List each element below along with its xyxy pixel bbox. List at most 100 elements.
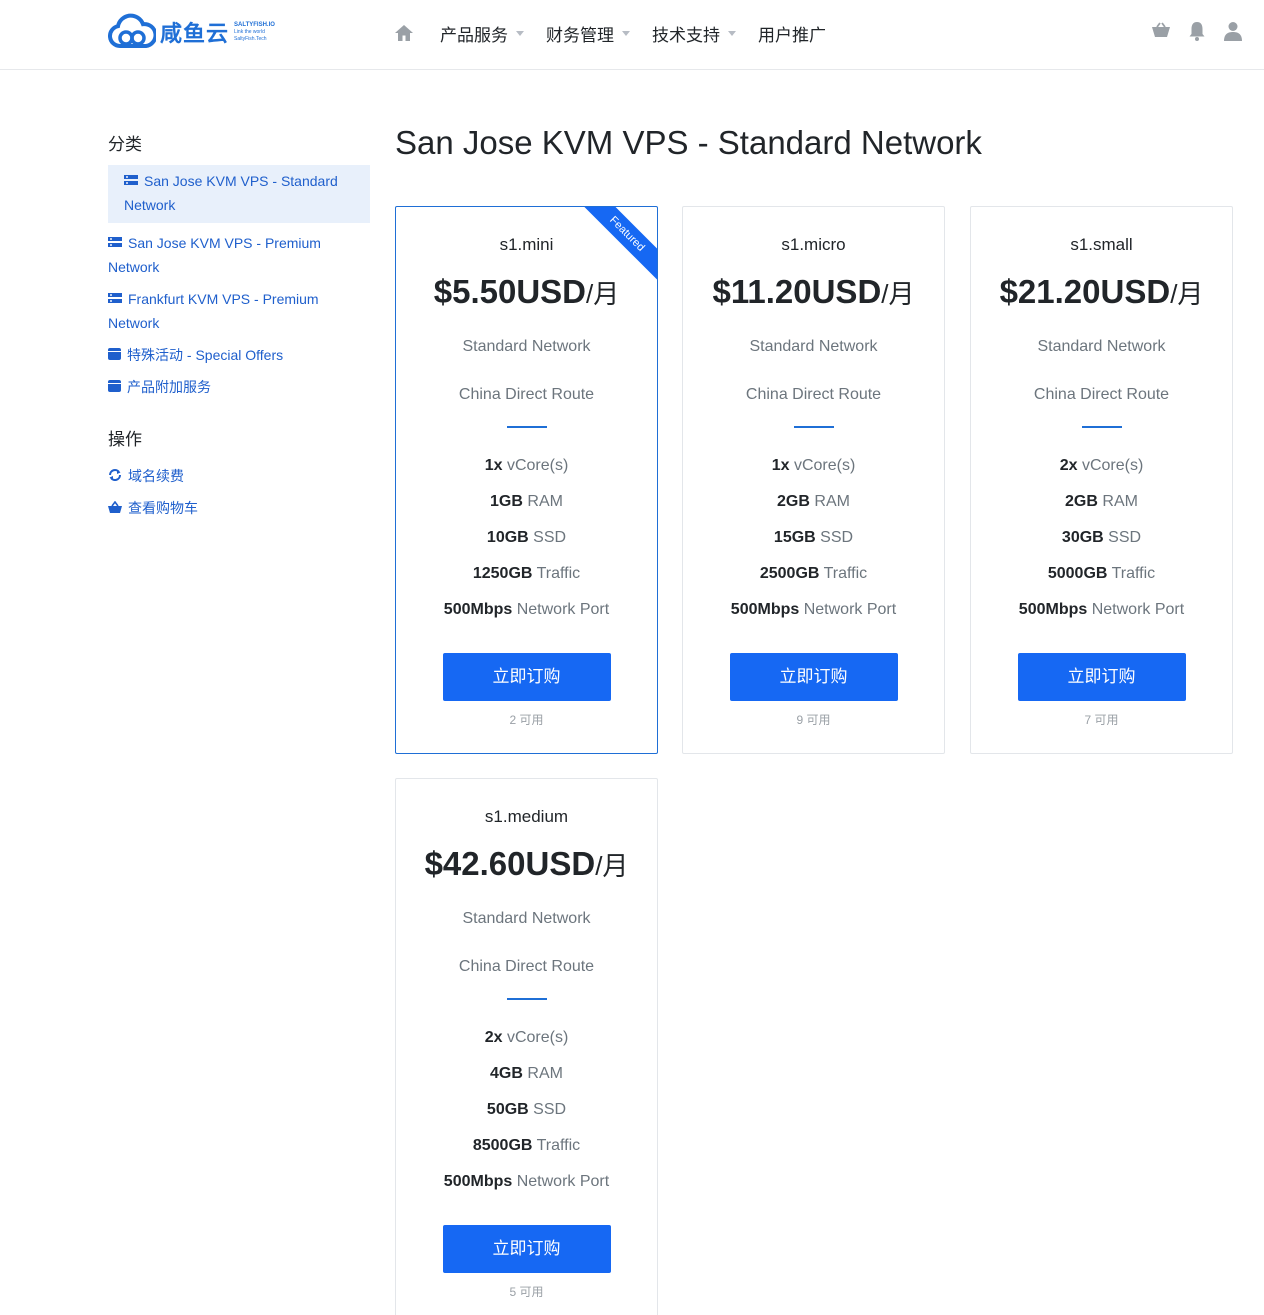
sidebar: 分类 San Jose KVM VPS - Standard Network S… [108,130,370,546]
home-icon[interactable] [394,23,414,43]
sidebar-item-label: 特殊活动 - Special Offers [127,347,284,363]
nav-affiliate[interactable]: 用户推广 [758,21,826,46]
actions-list: 域名续费 查看购物车 [108,460,370,524]
availability: 7 可用 [1084,713,1119,727]
feature-disk: 10GB SSD [486,529,567,546]
server-icon [108,292,122,303]
chevron-down-icon [516,30,524,36]
sidebar-item-label: 查看购物车 [128,500,198,516]
sidebar-item-frankfurt[interactable]: Frankfurt KVM VPS - Premium Network [108,283,370,339]
nav-support[interactable]: 技术支持 [652,21,736,46]
nav-billing[interactable]: 财务管理 [546,21,630,46]
price-period: /月 [1170,279,1204,309]
feature-port: 500Mbps Network Port [443,1173,610,1190]
availability: 5 可用 [509,1285,544,1299]
feature-traffic: 1250GB Traffic [472,565,581,582]
sidebar-item-addons[interactable]: 产品附加服务 [108,371,370,403]
product-network: Standard Network [462,910,591,927]
main-nav: 产品服务 财务管理 技术支持 用户推广 [394,20,848,46]
order-now-button[interactable]: 立即订购 [1017,653,1186,701]
sidebar-item-view-cart[interactable]: 查看购物车 [108,492,370,524]
box-icon [108,380,121,393]
nav-support-label: 技术支持 [652,25,720,46]
notifications-button[interactable] [1186,20,1208,42]
product-price: $42.60USD/月 [396,845,657,885]
actions-heading: 操作 [108,430,142,450]
sidebar-item-label: 域名续费 [128,468,184,484]
order-now-button[interactable]: 立即订购 [442,1225,611,1273]
sidebar-item-sj-premium[interactable]: San Jose KVM VPS - Premium Network [108,227,370,283]
feature-list: 1x vCore(s) 2GB RAM 15GB SSD 2500GB Traf… [683,448,944,628]
divider [793,426,834,428]
server-icon [124,174,138,185]
price-period: /月 [586,279,620,309]
header-actions [1136,20,1244,42]
sidebar-item-special-offers[interactable]: 特殊活动 - Special Offers [108,339,370,371]
account-button[interactable] [1222,20,1244,42]
order-now-button[interactable]: 立即订购 [729,653,898,701]
product-name: s1.medium [484,807,569,826]
product-route: China Direct Route [1033,386,1170,403]
feature-disk: 50GB SSD [486,1101,567,1118]
feature-cpu: 1x vCore(s) [771,457,856,474]
refresh-icon [109,469,121,482]
categories-heading: 分类 [108,135,142,155]
product-card-s1-medium: s1.medium $42.60USD/月 Standard Network C… [395,778,658,1315]
box-icon [108,348,121,361]
chevron-down-icon [622,30,630,36]
product-card-s1-small: s1.small $21.20USD/月 Standard Network Ch… [970,206,1233,754]
feature-ram: 2GB RAM [777,493,850,510]
feature-cpu: 2x vCore(s) [484,1029,569,1046]
basket-icon [108,500,122,513]
product-route: China Direct Route [458,386,595,403]
brand-tagline-1: Link the world [234,28,265,35]
sidebar-item-sj-standard[interactable]: San Jose KVM VPS - Standard Network [108,165,370,223]
price-period: /月 [595,851,629,881]
order-now-button[interactable]: 立即订购 [442,653,611,701]
sidebar-item-domain-renew[interactable]: 域名续费 [108,460,370,492]
nav-products[interactable]: 产品服务 [440,21,524,46]
price-amount: $5.50USD [433,273,587,310]
availability: 9 可用 [796,713,831,727]
cart-icon [1152,22,1170,37]
sidebar-item-label: Frankfurt KVM VPS - Premium Network [108,291,319,331]
user-icon [1224,22,1242,41]
feature-port: 500Mbps Network Port [1018,601,1185,618]
feature-list: 2x vCore(s) 2GB RAM 30GB SSD 5000GB Traf… [971,448,1232,628]
price-amount: $21.20USD [999,273,1171,310]
feature-disk: 30GB SSD [1061,529,1142,546]
product-card-s1-mini: Featured s1.mini $5.50USD/月 Standard Net… [395,206,658,754]
brand-sub: SALTYFISH.IO Link the world SaltyFish.Te… [234,22,275,43]
feature-list: 2x vCore(s) 4GB RAM 50GB SSD 8500GB Traf… [396,1020,657,1200]
nav-billing-label: 财务管理 [546,25,614,46]
cart-button[interactable] [1150,20,1172,42]
product-price: $11.20USD/月 [683,273,944,313]
feature-traffic: 5000GB Traffic [1047,565,1156,582]
product-network: Standard Network [462,338,591,355]
feature-traffic: 8500GB Traffic [472,1137,581,1154]
brand-logo[interactable]: 咸鱼云 SALTYFISH.IO Link the world SaltyFis… [108,12,275,52]
nav-affiliate-label: 用户推广 [758,25,826,46]
product-network: Standard Network [749,338,878,355]
brand-name: 咸鱼云 [160,22,230,47]
feature-cpu: 2x vCore(s) [1059,457,1144,474]
feature-list: 1x vCore(s) 1GB RAM 10GB SSD 1250GB Traf… [396,448,657,628]
chevron-down-icon [728,30,736,36]
categories-list: San Jose KVM VPS - Standard Network San … [108,165,370,403]
product-price: $5.50USD/月 [396,273,657,313]
availability: 2 可用 [509,713,544,727]
top-header: 咸鱼云 SALTYFISH.IO Link the world SaltyFis… [0,0,1264,70]
divider [1081,426,1122,428]
feature-disk: 15GB SSD [773,529,854,546]
product-route: China Direct Route [745,386,882,403]
divider [506,998,547,1000]
feature-ram: 1GB RAM [490,493,563,510]
product-name: s1.micro [781,235,846,254]
product-card-s1-micro: s1.micro $11.20USD/月 Standard Network Ch… [682,206,945,754]
feature-port: 500Mbps Network Port [730,601,897,618]
brand-tagline-2: SaltyFish.Tech [234,35,267,42]
sidebar-item-label: San Jose KVM VPS - Standard Network [124,173,338,213]
sidebar-item-label: 产品附加服务 [127,379,211,395]
price-amount: $11.20USD [712,273,882,310]
page-title: San Jose KVM VPS - Standard Network [395,124,982,161]
